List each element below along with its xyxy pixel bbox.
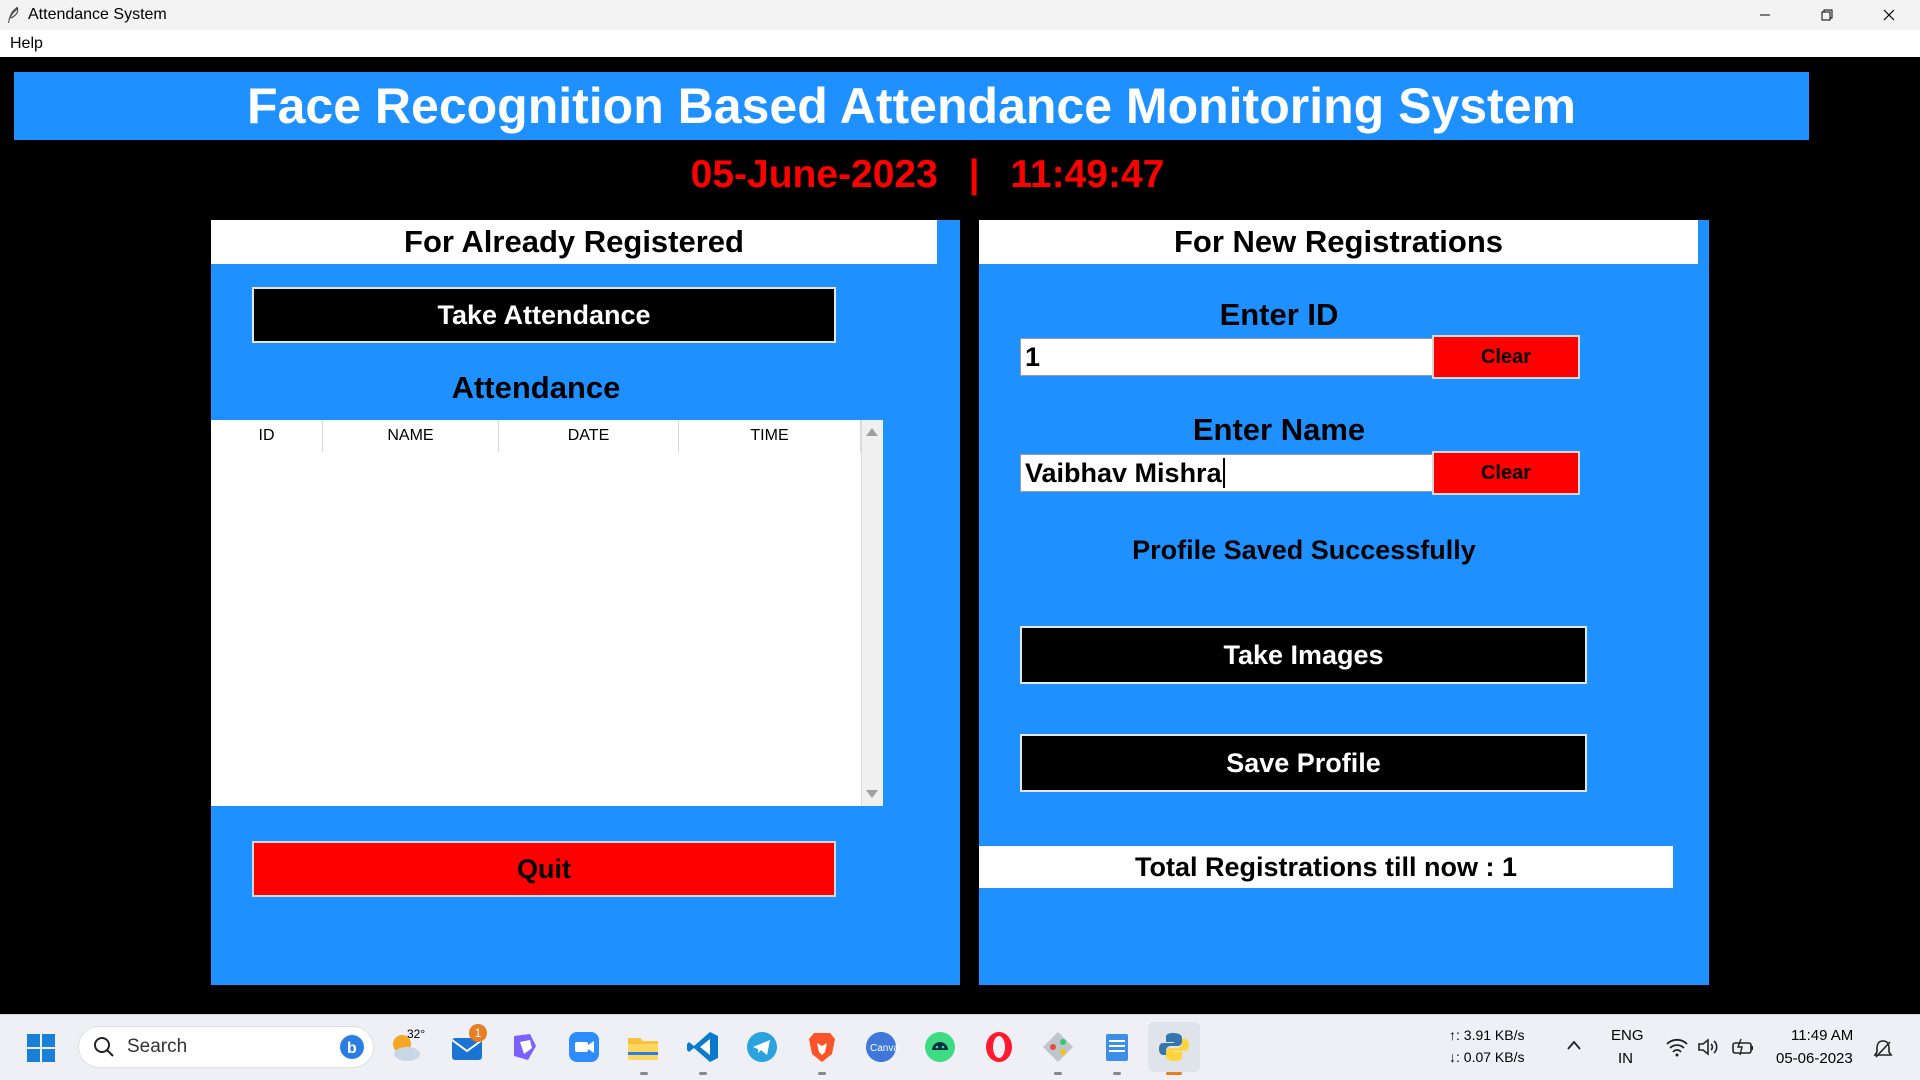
new-registration-panel: For New Registrations Enter ID 1 Clear E… bbox=[979, 220, 1709, 985]
already-registered-panel: For Already Registered Take Attendance A… bbox=[211, 220, 960, 985]
save-profile-button[interactable]: Save Profile bbox=[1020, 734, 1587, 792]
status-message: Profile Saved Successfully bbox=[1132, 535, 1476, 565]
name-input[interactable]: Vaibhav Mishra bbox=[1020, 454, 1434, 492]
mail-badge-count: 1 bbox=[474, 1026, 482, 1040]
text-cursor bbox=[1222, 458, 1225, 488]
current-date: 05-June-2023 bbox=[690, 153, 938, 196]
network-upload-speed: ↑: 3.91 KB/s bbox=[1449, 1027, 1525, 1043]
app-banner-title: Face Recognition Based Attendance Monito… bbox=[14, 72, 1809, 140]
quit-button[interactable]: Quit bbox=[252, 841, 836, 897]
clock-time[interactable]: 11:49 AM bbox=[1791, 1027, 1853, 1044]
feather-icon bbox=[8, 6, 19, 23]
language-region[interactable]: IN bbox=[1618, 1050, 1633, 1067]
svg-text:b: b bbox=[347, 1040, 357, 1057]
chevron-up-icon[interactable] bbox=[1566, 1039, 1582, 1051]
minimize-button[interactable] bbox=[1734, 0, 1796, 30]
minimize-icon bbox=[1760, 14, 1770, 16]
git-tool-icon[interactable] bbox=[1041, 1030, 1075, 1064]
id-input-value: 1 bbox=[1025, 341, 1041, 372]
search-placeholder: Search bbox=[127, 1036, 188, 1057]
column-id[interactable]: ID bbox=[211, 420, 323, 452]
bing-icon: b bbox=[340, 1035, 364, 1059]
current-time: 11:49:47 bbox=[1010, 153, 1165, 196]
attendance-title: Attendance bbox=[451, 370, 621, 405]
scroll-down-arrow-icon[interactable] bbox=[866, 790, 878, 798]
total-registrations-label: Total Registrations till now : 1 bbox=[979, 846, 1673, 888]
notepad-running-indicator bbox=[1113, 1072, 1121, 1075]
attendance-table-header: ID NAME DATE TIME bbox=[211, 420, 861, 452]
scroll-up-arrow-icon[interactable] bbox=[866, 428, 878, 436]
notification-icon[interactable] bbox=[1872, 1039, 1894, 1059]
copilot-icon[interactable] bbox=[508, 1030, 542, 1064]
already-registered-header: For Already Registered bbox=[211, 220, 937, 264]
enter-name-label: Enter Name bbox=[1192, 412, 1366, 447]
restore-button[interactable] bbox=[1796, 0, 1858, 30]
attendance-table[interactable]: ID NAME DATE TIME bbox=[211, 420, 861, 806]
canva-icon[interactable]: Canva bbox=[864, 1030, 898, 1064]
new-registration-header: For New Registrations bbox=[979, 220, 1698, 264]
window-title-bar: Attendance System bbox=[0, 0, 1920, 30]
id-input[interactable]: 1 bbox=[1020, 338, 1434, 376]
taskbar-search-box[interactable]: Search b bbox=[78, 1026, 374, 1068]
clear-id-button[interactable]: Clear bbox=[1432, 335, 1580, 379]
column-time[interactable]: TIME bbox=[679, 420, 861, 452]
date-time-display: 05-June-2023 | 11:49:47 bbox=[0, 153, 1855, 197]
volume-icon[interactable] bbox=[1697, 1037, 1721, 1057]
attendance-table-scrollbar[interactable] bbox=[861, 420, 883, 806]
enter-id-label: Enter ID bbox=[1219, 297, 1339, 332]
file-explorer-running-indicator bbox=[640, 1072, 648, 1075]
notepad-icon[interactable] bbox=[1100, 1030, 1134, 1064]
android-studio-icon[interactable] bbox=[923, 1030, 957, 1064]
date-time-separator: | bbox=[968, 153, 980, 196]
take-images-button[interactable]: Take Images bbox=[1020, 626, 1587, 684]
brave-running-indicator bbox=[818, 1072, 826, 1075]
clear-name-button[interactable]: Clear bbox=[1432, 451, 1580, 495]
menu-bar: Help bbox=[0, 30, 1920, 57]
search-icon bbox=[94, 1037, 114, 1057]
vscode-icon[interactable] bbox=[686, 1030, 720, 1064]
opera-icon[interactable] bbox=[982, 1030, 1016, 1064]
network-download-speed: ↓: 0.07 KB/s bbox=[1449, 1049, 1525, 1065]
column-name[interactable]: NAME bbox=[323, 420, 499, 452]
close-button[interactable] bbox=[1858, 0, 1920, 30]
python-active-indicator bbox=[1166, 1072, 1182, 1075]
window-title: Attendance System bbox=[28, 6, 167, 23]
file-explorer-icon[interactable] bbox=[626, 1030, 660, 1064]
svg-text:Canva: Canva bbox=[870, 1043, 898, 1054]
take-attendance-button[interactable]: Take Attendance bbox=[252, 287, 836, 343]
telegram-icon[interactable] bbox=[745, 1030, 779, 1064]
name-input-value: Vaibhav Mishra bbox=[1025, 457, 1222, 488]
windows-start-icon[interactable] bbox=[26, 1033, 56, 1063]
restore-icon bbox=[1821, 9, 1833, 21]
taskbar: Search b 32° 1 Canva ↑: 3.91 KB/s ↓: 0.0… bbox=[0, 1014, 1920, 1080]
weather-temperature: 32° bbox=[407, 1027, 426, 1041]
vscode-running-indicator bbox=[699, 1072, 707, 1075]
zoom-icon[interactable] bbox=[567, 1030, 601, 1064]
app-content: Face Recognition Based Attendance Monito… bbox=[0, 57, 1920, 1014]
brave-browser-icon[interactable] bbox=[805, 1030, 839, 1064]
battery-icon[interactable] bbox=[1730, 1037, 1756, 1057]
clock-date[interactable]: 05-06-2023 bbox=[1776, 1050, 1853, 1067]
git-tool-running-indicator bbox=[1054, 1072, 1062, 1075]
close-icon bbox=[1883, 9, 1895, 21]
column-date[interactable]: DATE bbox=[499, 420, 679, 452]
mail-notification-badge: 1 bbox=[469, 1024, 487, 1042]
python-icon[interactable] bbox=[1157, 1030, 1191, 1064]
wifi-icon[interactable] bbox=[1665, 1037, 1689, 1057]
menu-help[interactable]: Help bbox=[10, 33, 43, 55]
language-code[interactable]: ENG bbox=[1611, 1027, 1644, 1044]
